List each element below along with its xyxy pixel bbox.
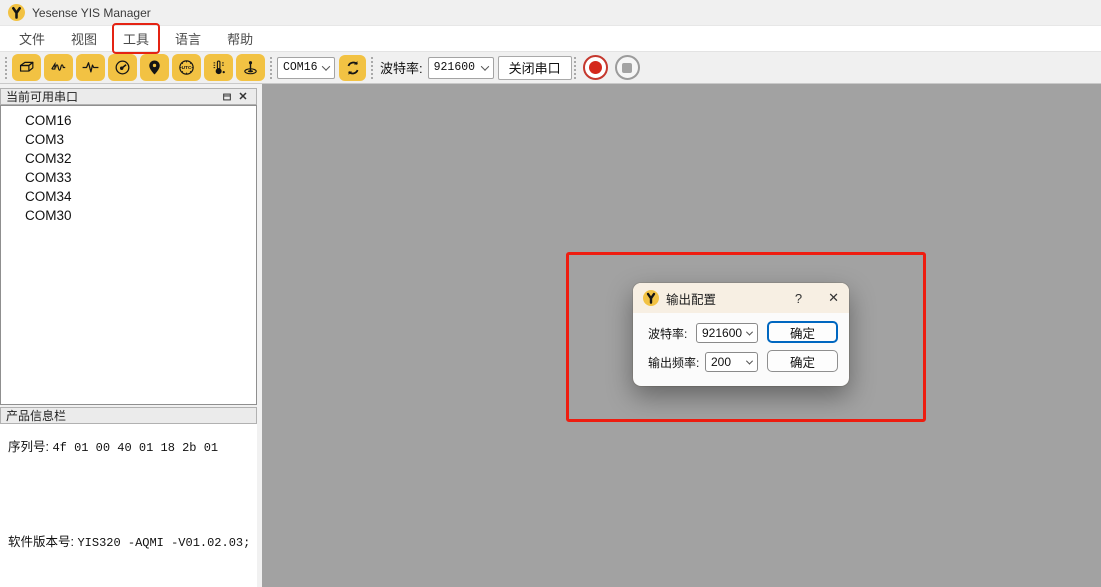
port-list-item[interactable]: COM33: [1, 168, 256, 187]
toolbar: UTC COM16 波特率: 921600: [0, 52, 1101, 84]
chevron-down-icon: [746, 357, 753, 364]
serial-number-value: 4f 01 00 40 01 18 2b 01: [52, 441, 218, 455]
gauge-icon[interactable]: [108, 54, 137, 81]
available-ports-panel-header: 当前可用串口 ✕: [0, 88, 257, 105]
menu-tools[interactable]: 工具: [114, 26, 158, 51]
dialog-baud-select[interactable]: 921600: [696, 323, 758, 343]
chevron-down-icon: [322, 62, 330, 70]
float-panel-icon[interactable]: [219, 90, 235, 104]
yesense-logo-icon: [643, 290, 659, 306]
port-list-item[interactable]: COM32: [1, 149, 256, 168]
stop-icon: [622, 63, 632, 73]
refresh-ports-button[interactable]: [339, 55, 366, 81]
stop-button[interactable]: [615, 55, 640, 80]
port-select[interactable]: COM16: [277, 57, 335, 79]
main-view: 输出配置 ? ✕ 波特率: 921600 确定 输出频率: 200 确定: [262, 84, 1101, 587]
software-version-value: YIS320 -AQMI -V01.02.03;: [77, 536, 250, 550]
baud-rate-row: 波特率: 921600 确定: [633, 322, 758, 344]
pulse-waveform-icon[interactable]: [76, 54, 105, 81]
dialog-close-button[interactable]: ✕: [828, 290, 839, 306]
menu-bar: 文件 视图 工具 语言 帮助: [0, 26, 1101, 52]
yesense-logo-icon: [8, 4, 25, 21]
output-config-dialog: 输出配置 ? ✕ 波特率: 921600 确定 输出频率: 200 确定: [633, 283, 849, 386]
toolbar-drag-handle[interactable]: [5, 57, 7, 79]
menu-help[interactable]: 帮助: [218, 26, 262, 51]
toolbar-drag-handle[interactable]: [371, 57, 373, 79]
output-rate-row: 输出频率: 200 确定: [633, 351, 758, 373]
thermometer-icon[interactable]: [204, 54, 233, 81]
dialog-title: 输出配置: [666, 289, 716, 308]
baud-ok-button[interactable]: 确定: [767, 321, 838, 343]
window-title: Yesense YIS Manager: [32, 6, 151, 20]
dialog-help-button[interactable]: ?: [795, 291, 802, 306]
baud-rate-select[interactable]: 921600: [428, 57, 494, 79]
product-info-panel-header: 产品信息栏: [0, 407, 257, 424]
chevron-down-icon: [480, 62, 488, 70]
baud-rate-label: 波特率:: [380, 58, 423, 77]
port-list-item[interactable]: COM34: [1, 187, 256, 206]
software-version-label: 软件版本号:: [8, 535, 74, 549]
location-pin-icon[interactable]: [140, 54, 169, 81]
baud-rate-value: 921600: [434, 61, 475, 74]
product-info-body: 序列号: 4f 01 00 40 01 18 2b 01 软件版本号: YIS3…: [0, 424, 257, 587]
serial-number-label: 序列号:: [8, 440, 49, 454]
title-bar: Yesense YIS Manager: [0, 0, 1101, 26]
inclinometer-icon[interactable]: [236, 54, 265, 81]
utc-clock-icon[interactable]: UTC: [172, 54, 201, 81]
toolbar-drag-handle[interactable]: [574, 57, 576, 79]
close-panel-icon[interactable]: ✕: [235, 90, 251, 104]
svg-text:UTC: UTC: [182, 65, 192, 71]
output-rate-ok-button[interactable]: 确定: [767, 350, 838, 372]
menu-file[interactable]: 文件: [10, 26, 54, 51]
content-area: 当前可用串口 ✕ COM16 COM3 COM32 COM33 COM34 CO…: [0, 84, 1101, 587]
record-button[interactable]: [583, 55, 608, 80]
menu-view[interactable]: 视图: [62, 26, 106, 51]
product-info-title: 产品信息栏: [6, 407, 66, 424]
dialog-title-bar[interactable]: 输出配置 ? ✕: [633, 283, 849, 313]
serial-number-line: 序列号: 4f 01 00 40 01 18 2b 01: [8, 436, 218, 455]
close-serial-port-button[interactable]: 关闭串口: [498, 56, 572, 80]
port-list-item[interactable]: COM3: [1, 130, 256, 149]
menu-language[interactable]: 语言: [166, 26, 210, 51]
toolbar-drag-handle[interactable]: [270, 57, 272, 79]
chevron-down-icon: [746, 328, 753, 335]
dialog-baud-label: 波特率:: [648, 325, 696, 342]
dialog-baud-value: 921600: [702, 326, 742, 340]
available-ports-list: COM16 COM3 COM32 COM33 COM34 COM30: [0, 105, 257, 405]
cube-3d-icon[interactable]: [12, 54, 41, 81]
dialog-output-rate-label: 输出频率:: [648, 354, 705, 371]
record-icon: [589, 61, 602, 74]
angle-waveform-icon[interactable]: [44, 54, 73, 81]
port-select-value: COM16: [283, 61, 318, 74]
available-ports-title: 当前可用串口: [6, 88, 78, 105]
port-list-item[interactable]: COM30: [1, 206, 256, 225]
dialog-output-rate-value: 200: [711, 355, 731, 369]
left-dock: 当前可用串口 ✕ COM16 COM3 COM32 COM33 COM34 CO…: [0, 84, 262, 587]
dialog-output-rate-select[interactable]: 200: [705, 352, 758, 372]
port-list-item[interactable]: COM16: [1, 111, 256, 130]
software-version-line: 软件版本号: YIS320 -AQMI -V01.02.03;: [8, 531, 250, 550]
